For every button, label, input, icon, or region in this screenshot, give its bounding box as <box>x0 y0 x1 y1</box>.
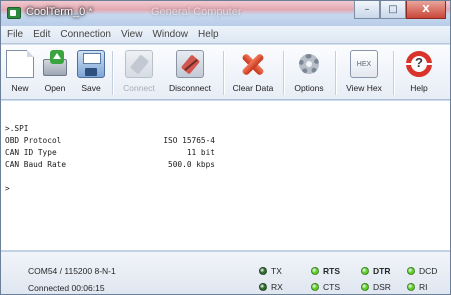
connection-time-text: Connected 00:06:15 <box>28 283 105 293</box>
plug-disconnect-icon <box>176 50 204 78</box>
floppy-disk-icon <box>77 50 105 78</box>
status-bar: COM54 / 115200 8-N-1 Connected 00:06:15 … <box>1 252 450 294</box>
tx-label: TX <box>271 266 282 276</box>
menu-window[interactable]: Window <box>152 29 188 40</box>
app-window: CoolTerm_0 * General Computer – □ X File… <box>0 0 451 295</box>
rx-label: RX <box>271 282 283 292</box>
connect-button-label: Connect <box>123 83 155 93</box>
toolbar-separator <box>335 51 336 95</box>
help-button-label: Help <box>410 83 428 93</box>
help-button[interactable]: ? Help <box>399 48 439 98</box>
terminal-row-key: CAN Baud Rate <box>5 160 67 169</box>
ri-label: RI <box>419 282 428 292</box>
view-hex-button[interactable]: HEX View Hex <box>339 48 389 98</box>
ri-indicator: RI <box>407 282 428 292</box>
clear-data-button-label: Clear Data <box>232 83 274 93</box>
menu-view[interactable]: View <box>121 29 143 40</box>
maximize-button[interactable]: □ <box>380 1 406 19</box>
open-folder-icon <box>41 50 69 78</box>
dsr-indicator: DSR <box>361 282 391 292</box>
view-hex-button-label: View Hex <box>346 83 382 93</box>
save-button-label: Save <box>81 83 101 93</box>
rts-led-icon <box>311 267 319 275</box>
new-button-label: New <box>11 83 29 93</box>
dcd-led-icon <box>407 267 415 275</box>
background-window-title: General Computer <box>151 6 242 18</box>
minimize-button[interactable]: – <box>354 1 380 19</box>
app-icon <box>7 7 21 19</box>
terminal-row-value: 500.0 kbps <box>168 160 215 169</box>
connect-button[interactable]: Connect <box>119 48 159 98</box>
plug-connect-icon <box>125 50 153 78</box>
clear-data-button[interactable]: Clear Data <box>227 48 279 98</box>
new-document-icon <box>6 50 34 78</box>
toolbar-separator <box>223 51 224 95</box>
options-button[interactable]: Options <box>287 48 331 98</box>
menu-help[interactable]: Help <box>198 29 219 40</box>
toolbar: New Open Save Connect Disconnect Clear D… <box>1 45 450 100</box>
port-settings-text: COM54 / 115200 8-N-1 <box>28 266 116 276</box>
terminal-row-key: OBD Protocol <box>5 136 62 145</box>
open-button[interactable]: Open <box>39 48 71 98</box>
cts-indicator: CTS <box>311 282 340 292</box>
disconnect-button[interactable]: Disconnect <box>161 48 219 98</box>
terminal-row-value: ISO 15765-4 <box>163 136 215 145</box>
terminal-row-key: CAN ID Type <box>5 148 57 157</box>
dtr-led-icon <box>361 267 369 275</box>
window-title: CoolTerm_0 * <box>26 6 93 18</box>
dsr-led-icon <box>361 283 369 291</box>
terminal-output[interactable]: >.SPI OBD Protocol ISO 15765-4 CAN ID Ty… <box>1 101 450 251</box>
dcd-label: DCD <box>419 266 438 276</box>
hex-icon: HEX <box>350 50 378 78</box>
save-button[interactable]: Save <box>75 48 107 98</box>
open-button-label: Open <box>44 83 66 93</box>
dtr-indicator[interactable]: DTR <box>361 266 390 276</box>
rx-indicator: RX <box>259 282 283 292</box>
lifebuoy-icon: ? <box>405 50 433 78</box>
terminal-row: CAN Baud Rate 500.0 kbps <box>5 159 450 171</box>
menu-connection[interactable]: Connection <box>60 29 111 40</box>
terminal-command-line: >.SPI <box>5 124 29 133</box>
terminal-prompt: > <box>5 184 10 193</box>
dtr-label: DTR <box>373 266 391 276</box>
options-button-label: Options <box>294 83 324 93</box>
tx-indicator: TX <box>259 266 282 276</box>
close-button[interactable]: X <box>406 1 446 19</box>
terminal-row: CAN ID Type 11 bit <box>5 147 450 159</box>
toolbar-separator <box>393 51 394 95</box>
menu-bar: File Edit Connection View Window Help <box>1 26 450 44</box>
toolbar-separator <box>283 51 284 95</box>
cts-label: CTS <box>323 282 340 292</box>
gear-icon <box>295 50 323 78</box>
terminal-row-value: 11 bit <box>186 148 215 157</box>
tx-led-icon <box>259 267 267 275</box>
rx-led-icon <box>259 283 267 291</box>
red-x-icon <box>239 50 267 78</box>
rts-label: RTS <box>323 266 340 276</box>
terminal-row: OBD Protocol ISO 15765-4 <box>5 135 450 147</box>
new-button[interactable]: New <box>6 48 34 98</box>
menu-edit[interactable]: Edit <box>33 29 50 40</box>
cts-led-icon <box>311 283 319 291</box>
dcd-indicator: DCD <box>407 266 437 276</box>
toolbar-separator <box>112 51 113 95</box>
help-question-mark: ? <box>415 55 423 70</box>
dsr-label: DSR <box>373 282 391 292</box>
ri-led-icon <box>407 283 415 291</box>
rts-indicator[interactable]: RTS <box>311 266 340 276</box>
menu-file[interactable]: File <box>7 29 23 40</box>
title-bar[interactable]: CoolTerm_0 * General Computer – □ X <box>1 1 450 26</box>
disconnect-button-label: Disconnect <box>168 83 212 93</box>
window-controls: – □ X <box>354 1 446 19</box>
